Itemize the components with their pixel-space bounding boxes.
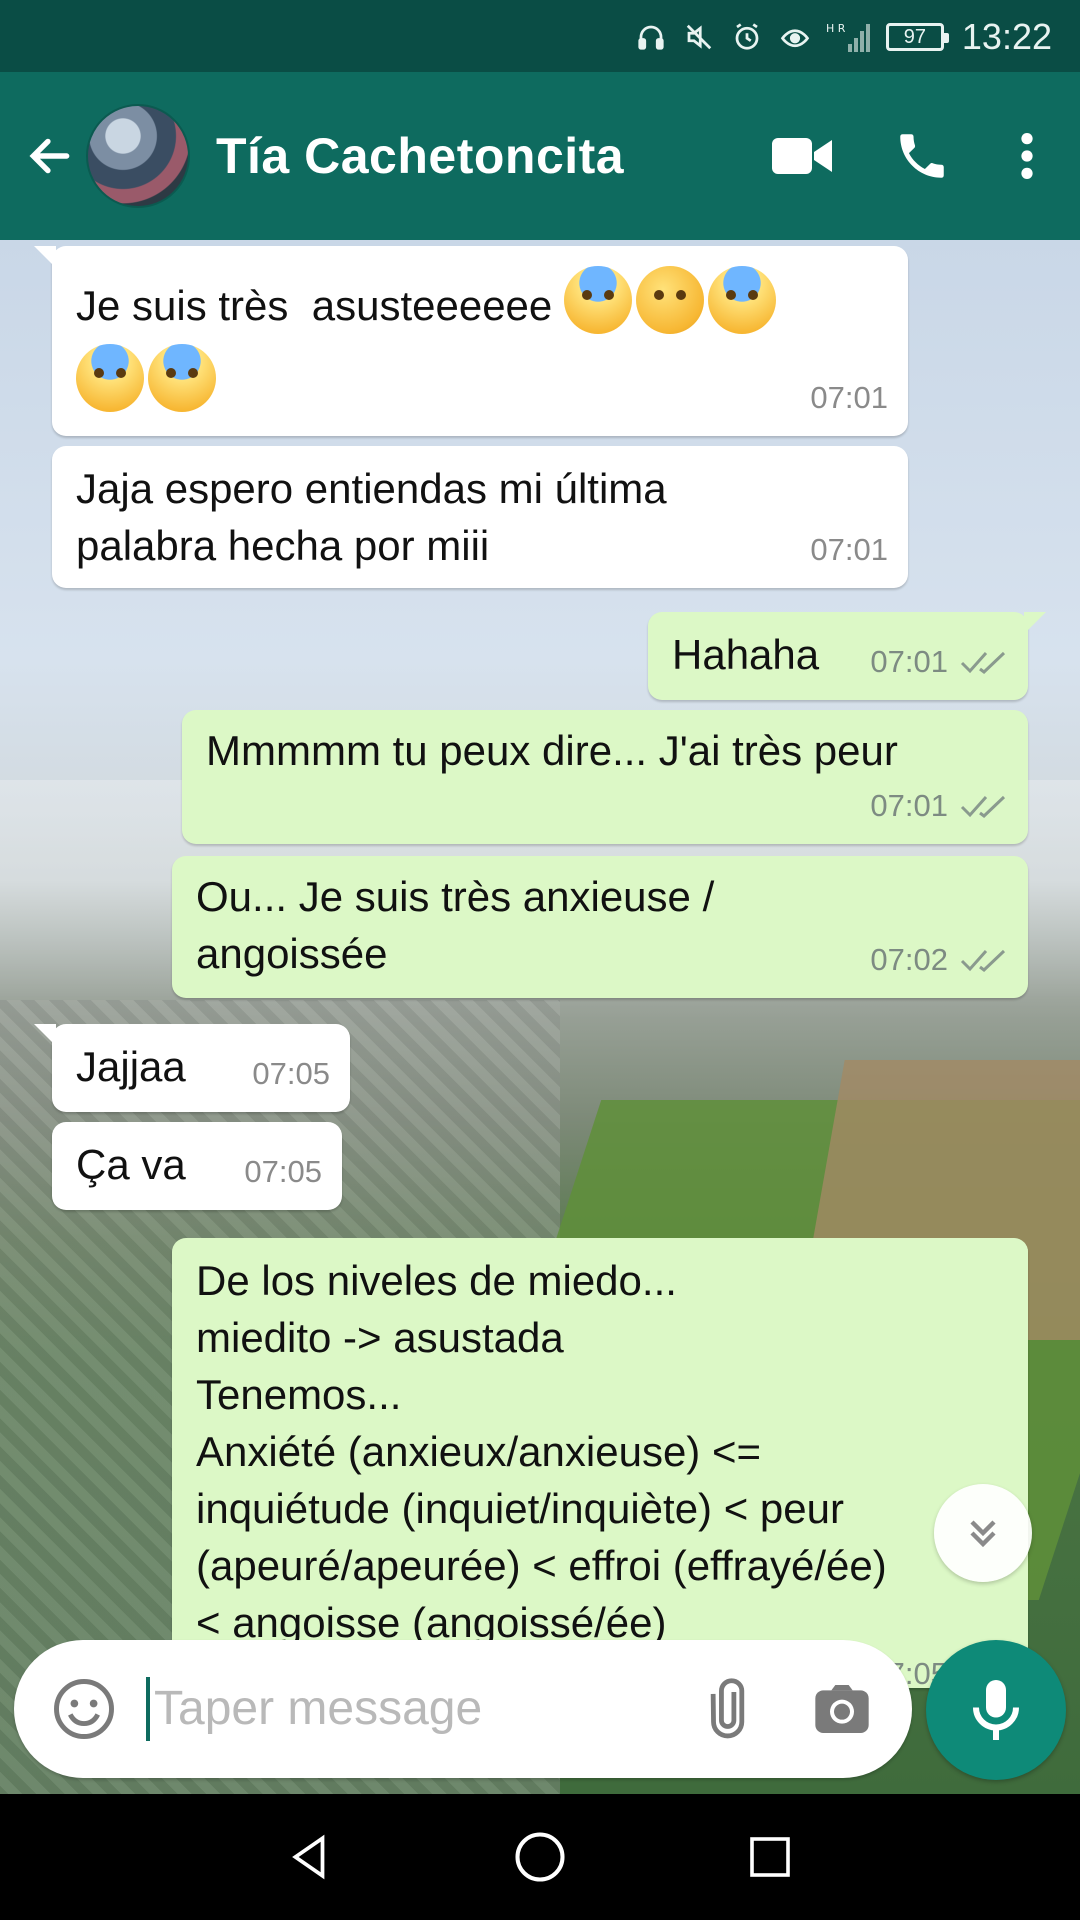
screaming-face-emoji — [707, 266, 776, 334]
fearful-face-emoji — [76, 344, 144, 412]
message-time: 07:01 — [870, 788, 948, 823]
network-label: H R — [826, 22, 846, 35]
video-call-button[interactable] — [762, 116, 842, 196]
message-bubble-outgoing[interactable]: Ou... Je suis très anxieuse / angoissée … — [172, 856, 1028, 998]
circle-home-icon — [515, 1832, 565, 1882]
nav-home-button[interactable] — [510, 1827, 570, 1887]
message-time: 07:01 — [870, 644, 948, 679]
video-camera-icon — [772, 138, 832, 174]
nav-recents-button[interactable] — [740, 1827, 800, 1887]
contact-avatar[interactable] — [86, 104, 190, 208]
message-time: 07:05 — [244, 1154, 322, 1189]
crying-face-emoji — [563, 266, 632, 334]
camera-button[interactable] — [802, 1669, 882, 1749]
message-bubble-outgoing[interactable]: Mmmmm tu peux dire... J'ai très peur 07:… — [182, 710, 1028, 844]
phone-icon — [900, 134, 944, 178]
more-options-button[interactable] — [1002, 116, 1052, 196]
message-time: 07:02 — [870, 942, 948, 977]
paperclip-icon — [710, 1678, 745, 1739]
message-input[interactable]: Taper message — [146, 1677, 692, 1741]
alarm-icon — [730, 20, 764, 54]
double-chevron-down-icon — [970, 1520, 996, 1548]
message-time: 07:01 — [810, 532, 888, 567]
voice-record-button[interactable] — [926, 1640, 1066, 1780]
message-text: Je suis très asusteeeeee — [76, 282, 553, 329]
double-check-icon — [960, 795, 1006, 818]
message-composer: Taper message — [14, 1640, 912, 1778]
message-text: De los niveles de miedo... miedito -> as… — [196, 1257, 887, 1646]
emoji-button[interactable] — [44, 1669, 124, 1749]
message-bubble-incoming[interactable]: Jajjaa 07:05 — [34, 1024, 350, 1112]
scroll-to-bottom-button[interactable] — [934, 1484, 1032, 1582]
chat-header: Tía Cachetoncita — [0, 72, 1080, 240]
square-recents-icon — [750, 1837, 790, 1877]
message-text: Mmmmm tu peux dire... J'ai très peur — [206, 727, 898, 774]
attach-button[interactable] — [692, 1669, 772, 1749]
system-nav-bar — [0, 1794, 1080, 1920]
message-bubble-incoming[interactable]: Ça va 07:05 — [52, 1122, 342, 1210]
status-time: 13:22 — [961, 16, 1052, 57]
message-bubble-outgoing[interactable]: Hahaha 07:01 — [648, 612, 1046, 700]
kebab-menu-icon — [1021, 133, 1033, 179]
double-check-icon — [960, 949, 1006, 972]
smiley-icon — [54, 1679, 114, 1739]
battery-indicator: 97 — [885, 23, 949, 51]
message-bubble-outgoing[interactable]: De los niveles de miedo... miedito -> as… — [172, 1238, 1028, 1688]
message-bubble-incoming[interactable]: Je suis très asusteeeeee 07:01 — [34, 246, 908, 436]
message-time: 07:01 — [810, 380, 888, 415]
back-button[interactable] — [20, 126, 80, 186]
contact-name[interactable]: Tía Cachetoncita — [216, 127, 762, 185]
microphone-icon — [973, 1680, 1019, 1740]
status-bar: H R 97 13:22 — [0, 0, 1080, 72]
voice-call-button[interactable] — [882, 116, 962, 196]
anxious-sweat-face-emoji — [148, 344, 216, 412]
message-text: Jaja espero entiendas mi última palabra … — [76, 465, 667, 569]
message-bubble-incoming[interactable]: Jaja espero entiendas mi última palabra … — [52, 446, 908, 588]
eye-icon — [778, 20, 812, 54]
triangle-back-icon — [292, 1834, 325, 1880]
camera-icon — [815, 1685, 869, 1733]
message-list[interactable]: Je suis très asusteeeeee 07:01 Jaja espe… — [0, 240, 1080, 1794]
mute-icon — [682, 20, 716, 54]
signal-icon: H R — [826, 20, 872, 54]
message-time: 07:05 — [252, 1056, 330, 1091]
weary-face-emoji — [635, 266, 704, 334]
double-check-icon — [960, 651, 1006, 674]
headphones-icon — [634, 20, 668, 54]
nav-back-button[interactable] — [280, 1827, 340, 1887]
